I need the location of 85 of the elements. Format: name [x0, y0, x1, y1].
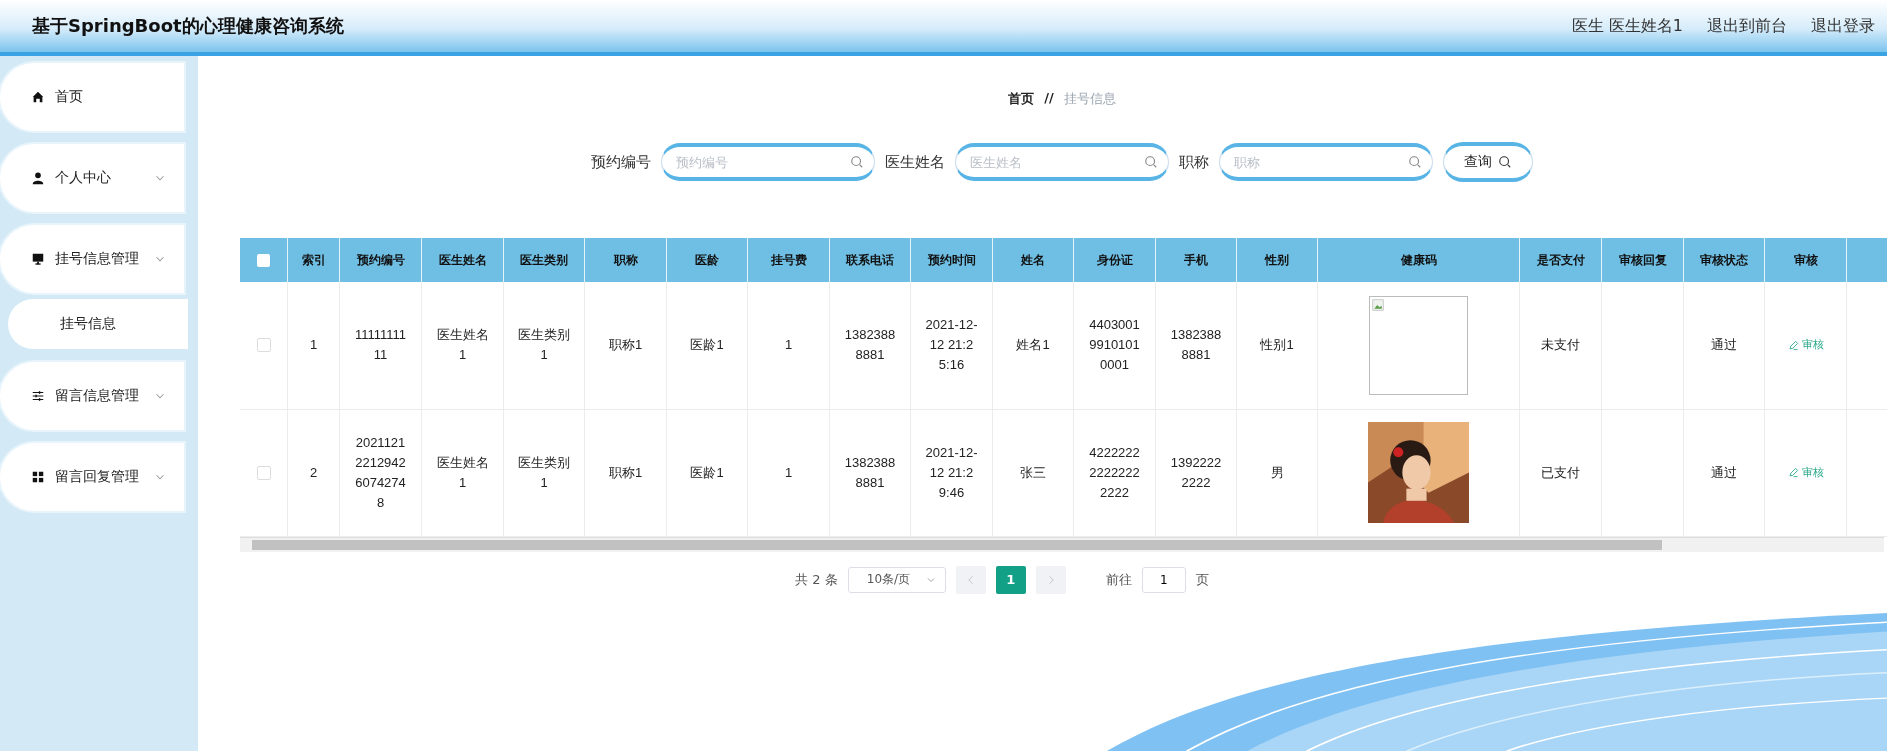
- edit-icon: [1787, 339, 1799, 351]
- search-field[interactable]: 医生姓名: [955, 143, 1169, 181]
- table-cell-text: 1: [309, 336, 318, 355]
- search-button[interactable]: 查询: [1443, 142, 1533, 182]
- table-cell-text: 已支付: [1541, 463, 1580, 482]
- table-cell-text: 未支付: [1541, 336, 1580, 355]
- submenu-item[interactable]: 挂号信息: [8, 299, 188, 349]
- edit-icon: [1787, 467, 1799, 478]
- table-cell-text: 1: [784, 463, 793, 482]
- home-icon: [31, 90, 45, 104]
- table-cell-text: 医生类别1: [517, 326, 571, 365]
- search-icon: [1144, 155, 1158, 169]
- search-icon: [1408, 155, 1422, 169]
- field-label: 职称: [1179, 152, 1209, 172]
- column-header: 性别: [1265, 252, 1289, 267]
- table-cell-text: 13823888881: [1169, 326, 1223, 365]
- broken-image-icon: [1372, 298, 1384, 311]
- column-header: 联系电话: [846, 252, 894, 267]
- field-label: 医生姓名: [885, 152, 945, 172]
- column-header: 医龄: [695, 252, 719, 267]
- next-page-button[interactable]: [1035, 565, 1066, 594]
- column-header: 职称: [613, 252, 638, 267]
- row-checkbox[interactable]: [256, 465, 271, 480]
- table-cell-text: 职称1: [608, 336, 643, 355]
- search-field[interactable]: 预约编号: [661, 143, 875, 181]
- sliders-icon: [31, 389, 45, 403]
- field-label: 预约编号: [591, 152, 651, 172]
- header-link[interactable]: 退出登录: [1811, 15, 1875, 37]
- column-header: 索引: [301, 252, 326, 267]
- breadcrumb-separator: //: [1044, 90, 1054, 107]
- table-cell-text: 422222222222222222: [1088, 443, 1141, 502]
- table-cell-text: 医生姓名1: [435, 453, 490, 492]
- total-count: 共 2 条: [795, 570, 838, 589]
- goto-label: 前往: [1105, 570, 1132, 589]
- page-size-select[interactable]: 10条/页: [847, 566, 946, 593]
- column-header: 审核状态: [1700, 252, 1748, 267]
- table-cell-text: 13823888881: [843, 326, 897, 365]
- header-link[interactable]: 退出到前台: [1707, 15, 1787, 37]
- table-cell-text: 13922222222: [1169, 453, 1223, 492]
- column-header: 身份证: [1096, 252, 1133, 267]
- select-all-checkbox[interactable]: [257, 253, 270, 267]
- table-cell-text: 1111111111: [353, 326, 408, 365]
- table-cell-text: 2: [309, 463, 318, 482]
- app-title: 基于SpringBoot的心理健康咨询系统: [32, 14, 344, 38]
- table-cell-text: 医生类别1: [517, 453, 571, 492]
- table-cell-text: 2021121221294260742748: [354, 433, 407, 512]
- column-header: 医生类别: [520, 252, 568, 267]
- table-cell-text: 2021-12-12 21:25:16: [924, 316, 979, 375]
- page-suffix: 页: [1195, 570, 1209, 589]
- column-header: 手机: [1184, 252, 1208, 267]
- breadcrumb-current: 挂号信息: [1063, 90, 1116, 108]
- table-cell-text: 职称1: [608, 463, 643, 482]
- page-input[interactable]: 1: [1141, 566, 1186, 593]
- grid-icon: [31, 470, 45, 484]
- table-cell-text: 2021-12-12 21:29:46: [924, 443, 979, 502]
- table-cell-text: 张三: [1020, 463, 1046, 482]
- table-cell-text: 13823888881: [843, 453, 897, 492]
- table-cell-text: 姓名1: [1016, 336, 1050, 355]
- table-cell-text: 医龄1: [690, 463, 724, 482]
- table-cell-text: 通过: [1711, 463, 1737, 482]
- column-header: 预约编号: [356, 252, 405, 267]
- header-link[interactable]: 医生 医生姓名1: [1571, 15, 1683, 37]
- column-header: 预约时间: [927, 252, 976, 267]
- previous-page-button[interactable]: [955, 565, 986, 594]
- search-field[interactable]: 职称: [1219, 143, 1433, 181]
- table-cell-text: 医龄1: [690, 336, 724, 355]
- column-header: 姓名: [1021, 252, 1045, 267]
- table-cell-text: 通过: [1711, 336, 1737, 355]
- search-icon: [850, 155, 864, 169]
- table-cell-text: 医生姓名1: [435, 326, 490, 365]
- search-icon: [1498, 155, 1512, 169]
- column-header: 审核回复: [1618, 252, 1667, 267]
- column-header: 医生姓名: [438, 252, 487, 267]
- column-header: 是否支付: [1536, 252, 1585, 267]
- table-cell-text: 男: [1270, 463, 1284, 482]
- user-icon: [31, 171, 45, 185]
- table-cell-text: 性别1: [1260, 336, 1294, 355]
- column-header: 挂号费: [770, 252, 807, 267]
- column-header: 审核: [1793, 252, 1818, 267]
- column-header: 健康码: [1400, 252, 1437, 267]
- table-cell-text: 440300199101010001: [1088, 316, 1141, 375]
- breadcrumb-link[interactable]: 首页: [1008, 90, 1035, 108]
- table-cell-text: 1: [784, 336, 793, 355]
- monitor-icon: [31, 252, 45, 266]
- row-checkbox[interactable]: [256, 338, 271, 353]
